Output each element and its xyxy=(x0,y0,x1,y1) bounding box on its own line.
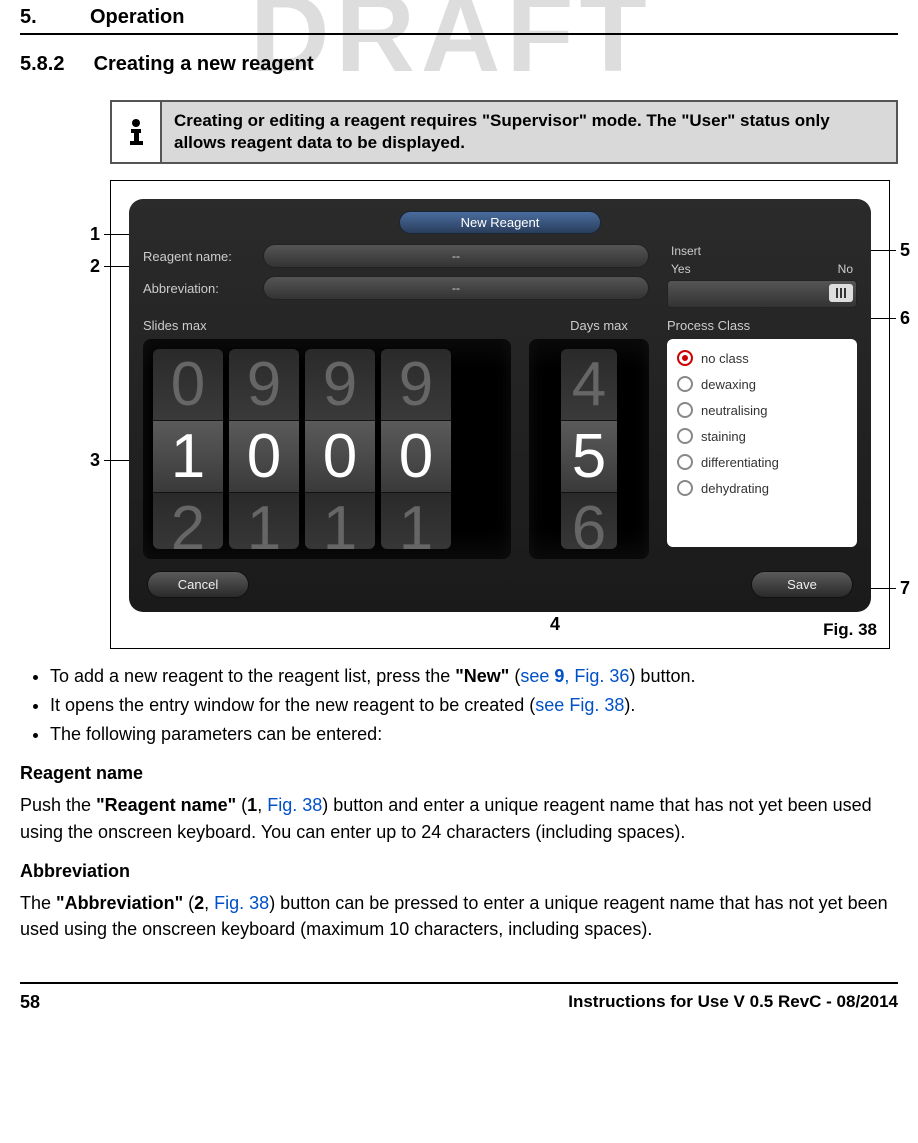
process-class-option[interactable]: dewaxing xyxy=(673,371,851,397)
toggle-handle-icon xyxy=(829,284,853,302)
insert-label: Insert xyxy=(671,244,701,258)
page-footer: 58 Instructions for Use V 0.5 RevC - 08/… xyxy=(20,982,898,1029)
bullet-list: To add a new reagent to the reagent list… xyxy=(50,663,898,747)
process-class-option[interactable]: dehydrating xyxy=(673,475,851,501)
body-paragraph: Push the "Reagent name" (1, Fig. 38) but… xyxy=(20,792,898,844)
insert-toggle[interactable] xyxy=(667,280,857,308)
subsection-number: 5.8.2 xyxy=(20,53,88,76)
insert-yes-label: Yes xyxy=(671,262,691,276)
abbreviation-label: Abbreviation: xyxy=(143,281,253,296)
process-class-label: Process Class xyxy=(667,318,857,333)
list-item: It opens the entry window for the new re… xyxy=(50,692,898,718)
cancel-button[interactable]: Cancel xyxy=(147,571,249,598)
chapter-header: 5. Operation xyxy=(20,0,898,35)
abbreviation-input[interactable]: -- xyxy=(263,276,649,300)
process-class-option[interactable]: staining xyxy=(673,423,851,449)
radio-icon xyxy=(677,480,693,496)
body-paragraph: The "Abbreviation" (2, Fig. 38) button c… xyxy=(20,890,898,942)
chapter-title: Operation xyxy=(90,6,184,29)
panel-title: New Reagent xyxy=(399,211,601,234)
cross-reference[interactable]: Fig. 38 xyxy=(214,893,269,913)
process-class-option[interactable]: neutralising xyxy=(673,397,851,423)
info-text: Creating or editing a reagent requires "… xyxy=(162,100,898,164)
radio-icon xyxy=(677,402,693,418)
info-note: Creating or editing a reagent requires "… xyxy=(110,100,898,164)
reagent-name-label: Reagent name: xyxy=(143,249,253,264)
cross-reference[interactable]: see Fig. 38 xyxy=(535,695,624,715)
figure-frame: New Reagent Reagent name: -- Abbreviatio… xyxy=(110,180,890,649)
radio-icon xyxy=(677,376,693,392)
process-class-list: no class dewaxing neutralising staining … xyxy=(667,339,857,547)
days-max-label: Days max xyxy=(549,318,649,333)
cross-reference[interactable]: see 9, Fig. 36 xyxy=(520,666,629,686)
info-icon xyxy=(110,100,162,164)
radio-icon xyxy=(677,428,693,444)
reagent-name-input[interactable]: -- xyxy=(263,244,649,268)
new-reagent-panel: New Reagent Reagent name: -- Abbreviatio… xyxy=(129,199,871,612)
page-number: 58 xyxy=(20,992,40,1013)
subsection-title: Creating a new reagent xyxy=(94,53,314,75)
radio-icon xyxy=(677,350,693,366)
chapter-number: 5. xyxy=(20,6,90,29)
process-class-option[interactable]: no class xyxy=(673,345,851,371)
figure-caption: Fig. 38 xyxy=(823,620,877,640)
footer-doc-title: Instructions for Use V 0.5 RevC - 08/201… xyxy=(568,992,898,1013)
subsection-heading: 5.8.2 Creating a new reagent xyxy=(20,53,898,76)
process-class-option[interactable]: differentiating xyxy=(673,449,851,475)
list-item: The following parameters can be entered: xyxy=(50,721,898,747)
insert-no-label: No xyxy=(838,262,853,276)
paragraph-heading: Reagent name xyxy=(20,763,898,784)
slides-max-label: Slides max xyxy=(143,318,531,333)
cross-reference[interactable]: Fig. 38 xyxy=(267,795,322,815)
days-max-picker[interactable]: 456 xyxy=(529,339,649,559)
save-button[interactable]: Save xyxy=(751,571,853,598)
slides-max-picker[interactable]: 012 901 901 901 xyxy=(143,339,511,559)
list-item: To add a new reagent to the reagent list… xyxy=(50,663,898,689)
paragraph-heading: Abbreviation xyxy=(20,861,898,882)
radio-icon xyxy=(677,454,693,470)
